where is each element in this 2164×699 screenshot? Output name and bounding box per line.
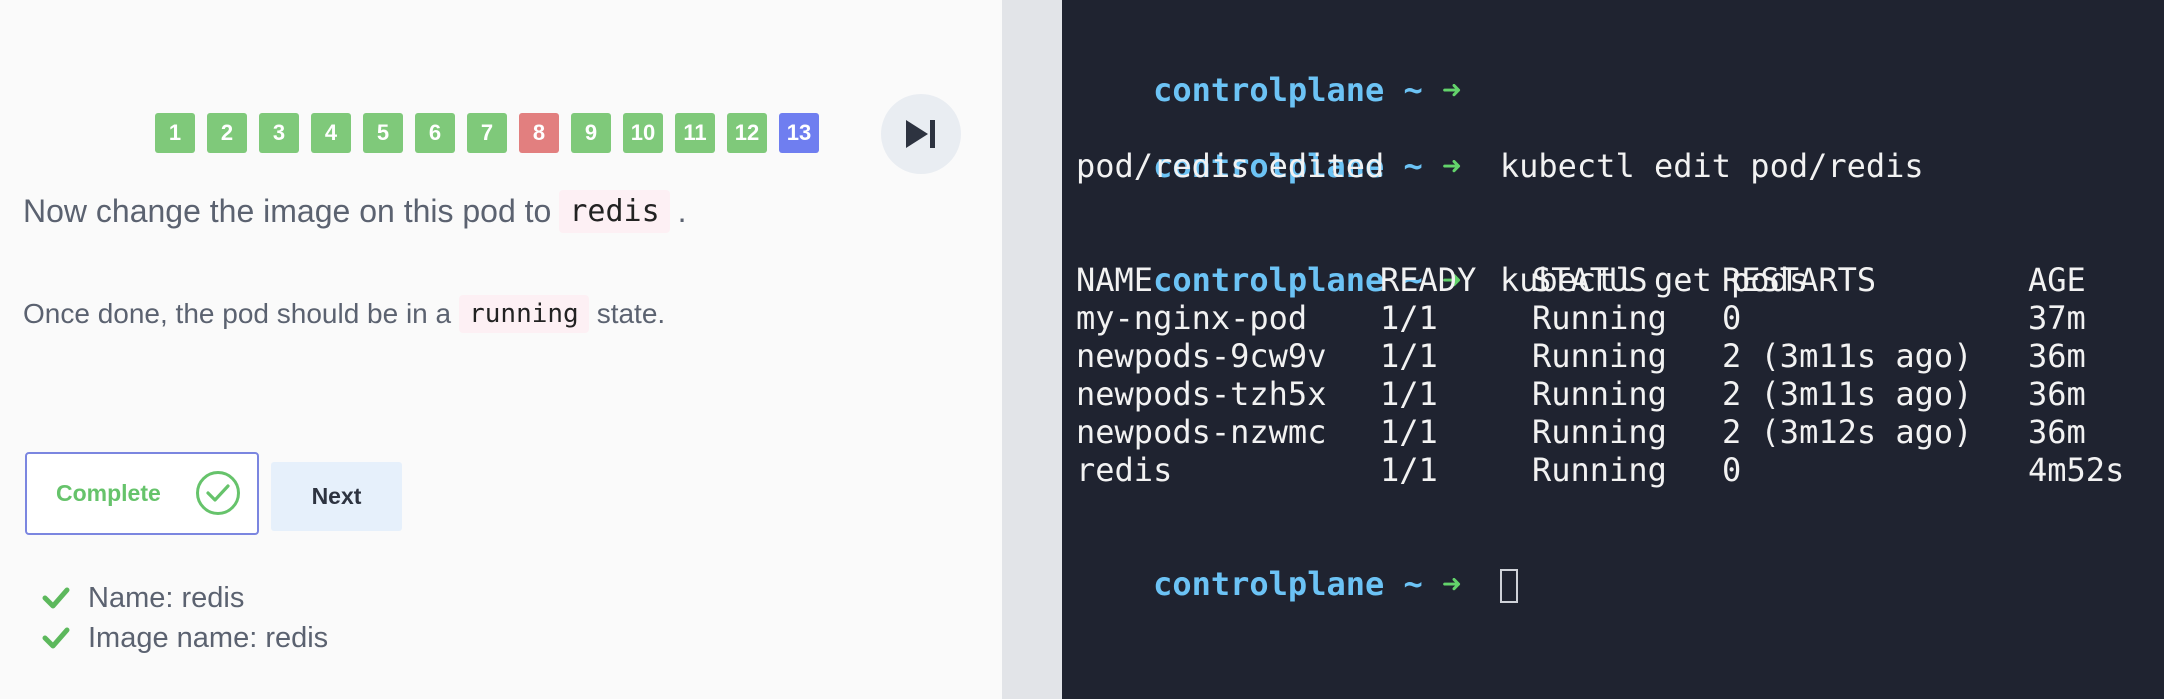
skip-to-end-button[interactable] [881, 94, 961, 174]
table-row-cell: 1/1 [1380, 413, 1438, 451]
check-list: Name: redis Image name: redis [42, 578, 328, 658]
check-item-label: Image name: redis [88, 621, 329, 654]
table-row-cell: 37m [2028, 299, 2086, 337]
table-header-cell: RESTARTS [1722, 261, 1877, 299]
step-navigator: 1 2 3 4 5 6 7 8 9 10 11 12 13 [155, 113, 819, 153]
complete-label: Complete [56, 480, 161, 506]
step-13-button[interactable]: 13 [779, 113, 819, 153]
step-7-button[interactable]: 7 [467, 113, 507, 153]
check-item: Name: redis [42, 578, 328, 618]
checkmark-icon [42, 587, 70, 609]
step-10-button[interactable]: 10 [623, 113, 663, 153]
terminal-output-line: pod/redis edited [1076, 147, 1385, 185]
table-row-cell: 1/1 [1380, 299, 1438, 337]
table-row-cell: 1/1 [1380, 451, 1438, 489]
table-header-cell: NAME [1076, 261, 1154, 299]
next-label: Next [311, 483, 362, 509]
table-row-cell: 4m52s [2028, 451, 2125, 489]
prompt-host: controlplane ~ [1153, 565, 1423, 603]
complete-button[interactable]: Complete [25, 452, 259, 535]
prompt-arrow-icon: ➜ [1442, 147, 1462, 185]
table-row-cell: Running [1532, 375, 1667, 413]
table-row-cell: Running [1532, 451, 1667, 489]
skip-forward-icon [906, 120, 935, 148]
table-row-cell: 2 (3m11s ago) [1722, 337, 1973, 375]
step-6-button[interactable]: 6 [415, 113, 455, 153]
step-11-button[interactable]: 11 [675, 113, 715, 153]
instruction-code: redis [559, 190, 670, 233]
table-row-cell: newpods-9cw9v [1076, 337, 1327, 375]
prompt-arrow-icon: ➜ [1442, 565, 1462, 603]
terminal-command-line: controlplane ~ ➜ kubectl get pods [1076, 223, 1808, 299]
table-header-cell: AGE [2028, 261, 2086, 299]
terminal-prompt-line: controlplane ~ ➜ [1076, 33, 1461, 109]
table-header-cell: STATUS [1532, 261, 1648, 299]
table-row-cell: Running [1532, 299, 1667, 337]
step-2-button[interactable]: 2 [207, 113, 247, 153]
table-row-cell: 2 (3m11s ago) [1722, 375, 1973, 413]
table-row-cell: Running [1532, 413, 1667, 451]
table-row-cell: newpods-tzh5x [1076, 375, 1327, 413]
step-3-button[interactable]: 3 [259, 113, 299, 153]
table-row-cell: 0 [1722, 451, 1742, 489]
table-row-cell: 1/1 [1380, 337, 1438, 375]
instruction-text: Now change the image on this pod to [23, 193, 552, 229]
step-8-button[interactable]: 8 [519, 113, 559, 153]
table-row-cell: newpods-nzwmc [1076, 413, 1327, 451]
table-row-cell: 36m [2028, 375, 2086, 413]
instruction-suffix: . [677, 193, 687, 229]
terminal-command-line: controlplane ~ ➜ kubectl edit pod/redis [1076, 109, 1924, 185]
panel-divider[interactable] [1002, 0, 1062, 699]
step-5-button[interactable]: 5 [363, 113, 403, 153]
table-row-cell: my-nginx-pod [1076, 299, 1308, 337]
checkmark-icon [42, 627, 70, 649]
note-code: running [459, 295, 589, 333]
next-button[interactable]: Next [271, 462, 402, 531]
check-item: Image name: redis [42, 618, 328, 658]
note-suffix: state. [596, 298, 666, 329]
task-note: Once done, the pod should be in a runnin… [23, 295, 665, 333]
terminal-cursor[interactable] [1499, 569, 1518, 603]
prompt-arrow-icon: ➜ [1442, 71, 1462, 109]
prompt-host: controlplane ~ [1153, 71, 1423, 109]
check-circle-icon [196, 471, 240, 515]
note-text: Once done, the pod should be in a [23, 298, 452, 329]
table-row-cell: 36m [2028, 413, 2086, 451]
task-instruction: Now change the image on this pod to redi… [23, 190, 687, 233]
step-4-button[interactable]: 4 [311, 113, 351, 153]
step-12-button[interactable]: 12 [727, 113, 767, 153]
table-row-cell: Running [1532, 337, 1667, 375]
table-header-cell: READY [1380, 261, 1477, 299]
table-row-cell: 36m [2028, 337, 2086, 375]
terminal-active-prompt: controlplane ~ ➜ [1076, 527, 1518, 603]
terminal[interactable]: controlplane ~ ➜ controlplane ~ ➜ kubect… [1062, 0, 2164, 699]
check-item-label: Name: redis [88, 581, 245, 614]
table-row-cell: 0 [1722, 299, 1742, 337]
table-row-cell: redis [1076, 451, 1173, 489]
table-row-cell: 2 (3m12s ago) [1722, 413, 1973, 451]
table-row-cell: 1/1 [1380, 375, 1438, 413]
step-1-button[interactable]: 1 [155, 113, 195, 153]
terminal-command: kubectl edit pod/redis [1499, 147, 1924, 185]
task-panel: 1 2 3 4 5 6 7 8 9 10 11 12 13 Now change the image o… [0, 0, 1002, 699]
step-9-button[interactable]: 9 [571, 113, 611, 153]
